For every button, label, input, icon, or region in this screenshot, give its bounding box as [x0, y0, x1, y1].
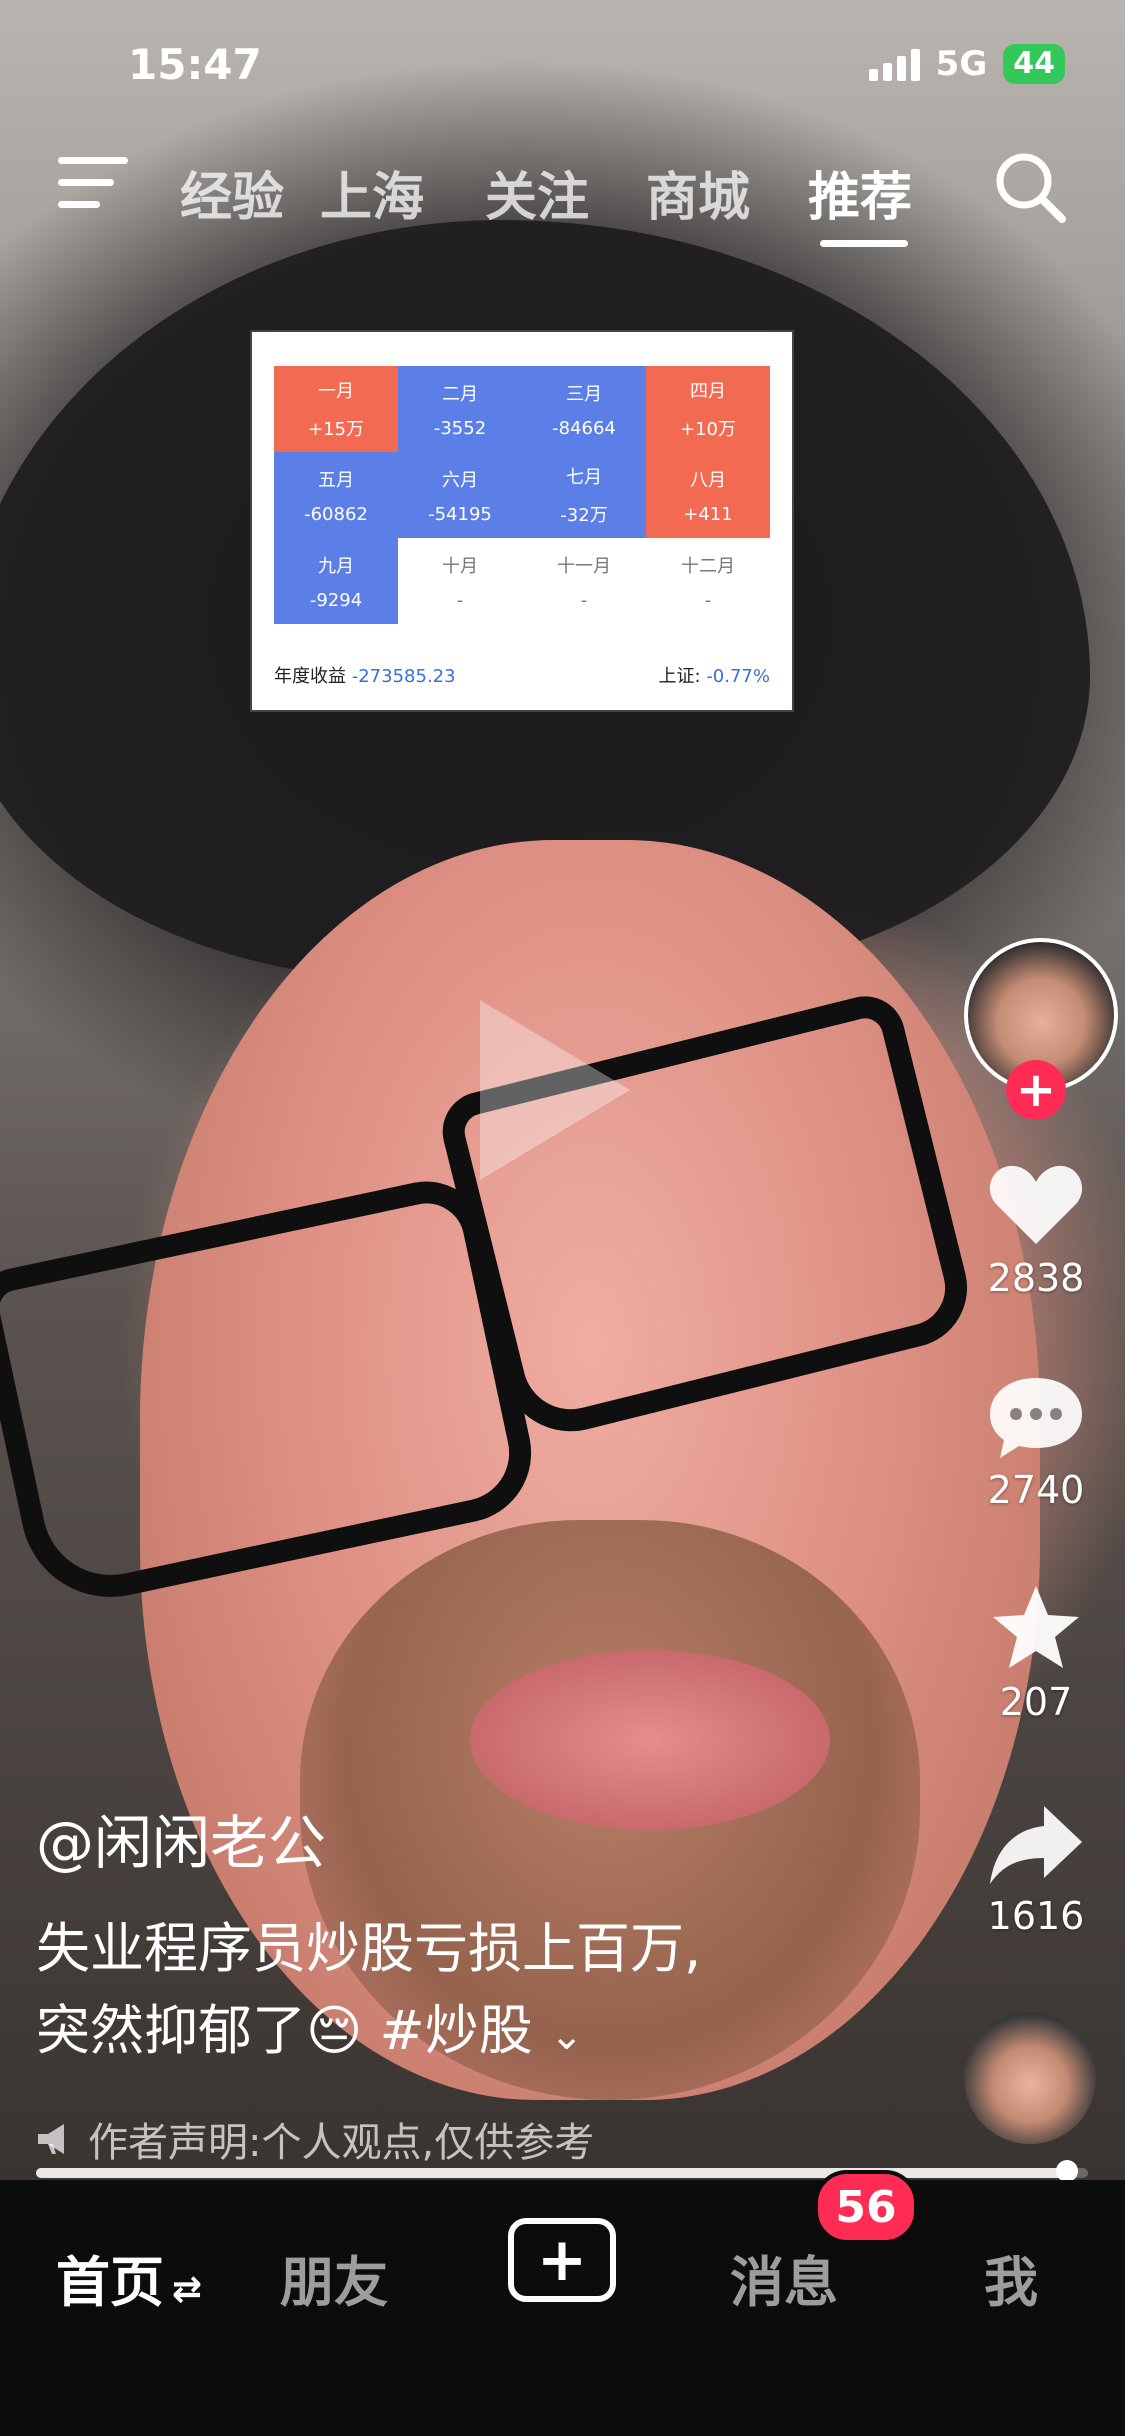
share-button[interactable]: 1616 [966, 1802, 1106, 1938]
top-nav: 经验 上海 关注 商城 推荐 [0, 145, 1125, 247]
like-button[interactable]: 2838 [966, 1160, 1106, 1300]
nav-me[interactable]: 我 [984, 2238, 1038, 2317]
share-icon [990, 1806, 1082, 1884]
signal-icon [868, 47, 920, 81]
follow-button[interactable]: + [1006, 1060, 1066, 1120]
battery-icon: 44 [1003, 44, 1065, 84]
nav-friends[interactable]: 朋友 [280, 2238, 388, 2317]
menu-icon[interactable] [58, 157, 128, 217]
heart-icon [989, 1165, 1083, 1244]
star-icon [993, 1586, 1079, 1668]
active-tab-indicator [820, 240, 908, 247]
nav-home[interactable]: 首页 ⇄ [56, 2238, 202, 2317]
status-time: 15:47 [128, 40, 262, 89]
monthly-returns-card: 一月 +15万 二月 -3552 三月 -84664 四月 +10万 五月 -60862 … [250, 330, 794, 712]
annual-return: 年度收益 -273585.23 [274, 666, 456, 687]
tab-recommended[interactable]: 推荐 [808, 155, 912, 230]
post-caption[interactable]: 失业程序员炒股亏损上百万, 突然抑郁了😔 #炒股 ⌄ [36, 1908, 896, 2077]
comment-button[interactable]: 2740 [966, 1372, 1106, 1512]
favorite-button[interactable]: 207 [966, 1582, 1106, 1724]
tab-shanghai[interactable]: 上海 [320, 155, 424, 230]
search-icon[interactable] [990, 147, 1070, 227]
month-cell: 十月 - [398, 538, 522, 624]
month-cell: 十二月 - [646, 538, 770, 624]
annual-summary: 年度收益 -273585.23 上证: -0.77% [274, 662, 770, 688]
video-progress-bar[interactable] [36, 2160, 1088, 2182]
swap-icon: ⇄ [172, 2269, 203, 2310]
author-name[interactable]: @闲闲老公 [36, 1796, 326, 1880]
month-cell: 一月 +15万 [274, 366, 398, 452]
index-return: 上证: -0.77% [658, 666, 771, 687]
comment-count: 2740 [987, 1468, 1085, 1512]
network-type: 5G [935, 44, 988, 84]
month-cell: 六月 -54195 [398, 452, 522, 538]
monthly-returns-grid: 一月 +15万 二月 -3552 三月 -84664 四月 +10万 五月 -60862 … [274, 366, 770, 624]
nav-messages[interactable]: 消息 [730, 2238, 838, 2317]
month-cell: 三月 -84664 [522, 366, 646, 452]
progress-handle[interactable] [1055, 2160, 1078, 2182]
bottom-nav: 首页 ⇄ 朋友 + 消息 56 我 [0, 2170, 1125, 2436]
month-cell: 八月 +411 [646, 452, 770, 538]
like-count: 2838 [987, 1256, 1085, 1300]
status-indicators: 5G 44 [868, 44, 1065, 84]
progress-fill [36, 2168, 1067, 2178]
tab-following[interactable]: 关注 [485, 155, 589, 230]
megaphone-icon [38, 2124, 64, 2154]
caption-line-1: 失业程序员炒股亏损上百万, [36, 1917, 702, 1980]
tab-mall[interactable]: 商城 [646, 155, 750, 230]
month-cell: 七月 -32万 [522, 452, 646, 538]
tab-experience[interactable]: 经验 [180, 155, 284, 230]
create-post-button[interactable]: + [508, 2218, 616, 2302]
month-cell: 九月 -9294 [274, 538, 398, 624]
share-count: 1616 [987, 1894, 1085, 1938]
month-cell: 十一月 - [522, 538, 646, 624]
video-lips [470, 1650, 830, 1830]
messages-badge: 56 [814, 2170, 918, 2244]
author-disclaimer: 作者声明:个人观点,仅供参考 [36, 2110, 594, 2168]
music-disc[interactable] [964, 2012, 1096, 2144]
comment-icon [990, 1378, 1082, 1458]
month-cell: 二月 -3552 [398, 366, 522, 452]
chevron-down-icon[interactable]: ⌄ [550, 1995, 584, 2077]
play-icon[interactable] [480, 1000, 630, 1180]
month-cell: 五月 -60862 [274, 452, 398, 538]
favorite-count: 207 [999, 1680, 1073, 1724]
month-cell: 四月 +10万 [646, 366, 770, 452]
caption-line-2: 突然抑郁了😔 #炒股 [36, 1999, 533, 2062]
